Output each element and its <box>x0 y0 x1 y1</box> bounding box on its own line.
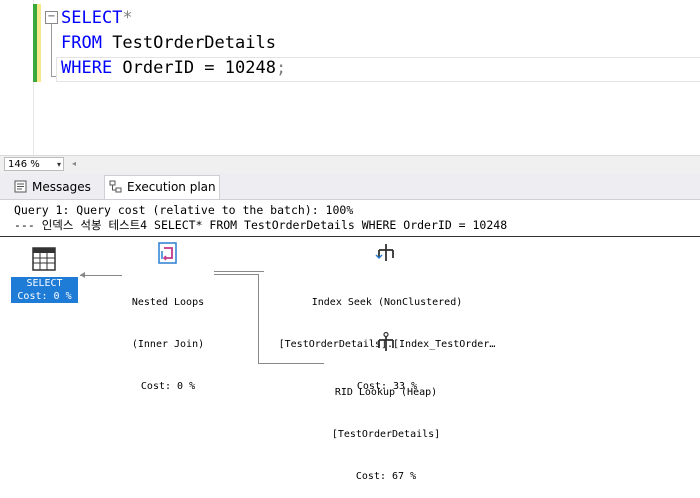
code-text: OrderID = 10248 <box>112 58 276 78</box>
plan-separator <box>0 236 700 237</box>
zoom-select[interactable]: 146 % ▾ <box>4 157 64 171</box>
scroll-left-icon[interactable]: ◂ <box>72 159 76 168</box>
connector-line <box>258 274 259 363</box>
code-text: ; <box>275 58 287 78</box>
node-title: Index Seek (NonClustered) <box>311 297 463 308</box>
nested-loops-node-label[interactable]: Nested Loops (Inner Join) Cost: 0 % <box>105 268 231 408</box>
arrow-left-icon <box>80 272 85 278</box>
node-cost: Cost: 0 % <box>17 291 72 302</box>
nested-loops-icon[interactable] <box>156 241 180 265</box>
query-cost-line: Query 1: Query cost (relative to the bat… <box>14 203 354 217</box>
messages-icon <box>14 180 27 193</box>
keyword-from: FROM <box>61 33 102 53</box>
node-subtitle: (Inner Join) <box>131 339 205 350</box>
query-text-line: --- 인덱스 석봉 테스트4 SELECT* FROM TestOrderDe… <box>14 218 508 232</box>
node-cost: Cost: 67 % <box>355 471 417 482</box>
code-text: * <box>122 8 133 28</box>
tab-execution-plan[interactable]: Execution plan <box>104 175 220 199</box>
collapse-toggle-icon[interactable]: − <box>45 11 58 24</box>
plan-header: Query 1: Query cost (relative to the bat… <box>14 203 507 233</box>
tab-messages[interactable]: Messages <box>10 176 102 198</box>
chevron-down-icon[interactable]: ▾ <box>57 158 61 172</box>
tab-label: Execution plan <box>127 180 216 194</box>
index-seek-icon[interactable] <box>374 241 398 265</box>
unsaved-indicator <box>37 4 41 82</box>
editor-gutter <box>0 0 34 155</box>
rid-lookup-icon[interactable] <box>374 331 398 355</box>
outline-line <box>51 24 52 76</box>
node-title: Nested Loops <box>131 297 205 308</box>
query-editor[interactable]: − SELECT* FROM TestOrderDetails WHERE Or… <box>0 0 700 155</box>
keyword-where: WHERE <box>61 58 113 78</box>
select-node-label[interactable]: SELECT Cost: 0 % <box>11 277 78 303</box>
zoom-value: 146 % <box>8 159 40 170</box>
code-line-3[interactable]: WHERE OrderID = 10248; <box>61 56 286 80</box>
code-line-1[interactable]: SELECT* <box>61 6 133 30</box>
code-line-2[interactable]: FROM TestOrderDetails <box>61 31 276 55</box>
tab-label: Messages <box>32 180 91 194</box>
select-operator-icon[interactable] <box>32 247 56 271</box>
node-cost: Cost: 0 % <box>140 381 196 392</box>
results-tabbar: Messages Execution plan <box>0 173 700 200</box>
rid-lookup-node-label[interactable]: RID Lookup (Heap) [TestOrderDetails] Cos… <box>300 358 472 498</box>
keyword-select: SELECT <box>61 8 123 28</box>
execution-plan-icon <box>109 180 122 193</box>
node-title: SELECT <box>26 278 63 289</box>
node-subtitle: [TestOrderDetails] <box>331 429 441 440</box>
code-text: TestOrderDetails <box>101 33 276 53</box>
editor-status-strip: 146 % ▾ ◂ <box>0 155 700 173</box>
node-title: RID Lookup (Heap) <box>334 387 438 398</box>
